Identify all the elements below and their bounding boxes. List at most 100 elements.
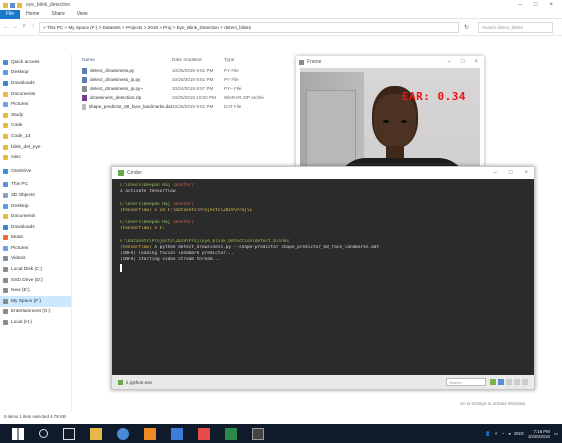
maximize-icon[interactable]: □ [534, 2, 538, 8]
nav-item[interactable]: 3D Objects [0, 190, 71, 201]
tab-file[interactable]: File [0, 9, 21, 19]
nav-item[interactable]: SSD Drive (D:) [0, 275, 71, 286]
nav-item[interactable]: Local Disk (C:) [0, 264, 71, 275]
explorer-title-bar: eye_blink_detection – □ × [0, 0, 562, 10]
nav-item[interactable]: Code [0, 121, 71, 132]
nav-item[interactable]: Downloads [0, 78, 71, 89]
nav-item[interactable]: blink_det_eye [0, 142, 71, 153]
nav-item[interactable]: Documents [0, 89, 71, 100]
right-eye [401, 120, 407, 123]
minimize-icon[interactable]: – [519, 2, 522, 8]
tray-chevron-icon[interactable]: ˄ [495, 431, 498, 436]
nav-item[interactable]: This PC [0, 180, 71, 191]
window-title: eye_blink_detection [26, 2, 71, 8]
column-type[interactable]: Type [224, 58, 264, 63]
list-icon[interactable] [514, 379, 520, 385]
new-folder-icon[interactable] [17, 2, 22, 8]
close-icon[interactable]: × [474, 59, 478, 65]
quick-access-toolbar[interactable] [3, 2, 22, 8]
nav-item-label: Documents [11, 214, 36, 220]
nav-item[interactable]: Documents [0, 211, 71, 222]
nav-item[interactable]: Desktop [0, 68, 71, 79]
terminal-text: (master) [172, 220, 195, 226]
nav-item-icon [3, 277, 8, 283]
terminal-text: λ python detect_drowsiness.py --shape-pr… [154, 245, 380, 251]
maximize-icon[interactable]: □ [461, 59, 465, 65]
address-bar[interactable]: > This PC > My Space (F:) > Datasets > P… [39, 21, 459, 33]
minimize-icon[interactable]: – [494, 170, 497, 176]
nav-item-icon [3, 144, 8, 150]
user-icon[interactable]: 👤 [485, 431, 490, 437]
back-arrow-icon[interactable]: ← [3, 24, 9, 30]
lock-icon[interactable] [506, 379, 512, 385]
nav-item[interactable]: New (E:) [0, 285, 71, 296]
nav-item-label: Pictures [11, 102, 29, 108]
nav-item[interactable]: Videos [0, 254, 71, 265]
nav-item-icon [3, 168, 8, 174]
properties-icon[interactable] [10, 2, 15, 8]
column-name[interactable]: Name [74, 58, 172, 63]
terminal-output[interactable]: C:\Users\Deepan Raj (master) λ activate t… [120, 183, 528, 367]
up-arrow-icon[interactable]: ↑ [30, 24, 36, 30]
tab-home[interactable]: Home [20, 11, 45, 17]
nav-item-label: Downloads [11, 224, 35, 230]
language-indicator[interactable]: ENG [514, 431, 524, 436]
maximize-icon[interactable]: □ [509, 170, 513, 176]
terminal-tab[interactable]: λ python.exe [118, 379, 152, 385]
chrome-icon[interactable] [117, 427, 129, 440]
nav-item[interactable]: Entertainment (G:) [0, 307, 71, 318]
photos-icon[interactable] [171, 427, 183, 440]
file-icon [82, 103, 86, 110]
nav-item-icon [3, 182, 8, 188]
file-name-cell: drowsiness_detection.zip [74, 94, 172, 101]
settings-icon[interactable] [522, 379, 528, 385]
nav-item-icon [3, 102, 8, 108]
file-explorer-icon[interactable] [90, 427, 102, 440]
network-icon[interactable]: ◔ [501, 431, 504, 436]
minimize-icon[interactable]: – [448, 59, 451, 65]
windows-start-icon[interactable] [12, 427, 24, 440]
nav-item[interactable]: OneDrive [0, 166, 71, 177]
terminal-search-input[interactable]: Search [446, 378, 486, 386]
nav-item[interactable]: Music [0, 233, 71, 244]
nav-item-icon [3, 112, 8, 118]
nav-item[interactable]: Pictures [0, 243, 71, 254]
nav-item[interactable]: Desktop [0, 201, 71, 212]
cmder-taskbar-icon[interactable] [252, 427, 264, 440]
close-icon[interactable]: × [524, 170, 528, 176]
terminal-title-bar: Cmder – □ × [112, 167, 534, 179]
file-icon [82, 85, 87, 92]
nav-item[interactable]: Pictures [0, 99, 71, 110]
system-tray: 👤 ˄ ◔ ◂ ENG 7:16 PM 10/25/2019 ▭ [485, 429, 558, 439]
nav-item[interactable]: Code_14 [0, 131, 71, 142]
nav-item[interactable]: Quick access [0, 57, 71, 68]
paint-icon[interactable] [198, 427, 210, 440]
column-date-modified[interactable]: Date modified [172, 58, 224, 63]
split-icon[interactable] [498, 379, 504, 385]
nav-item[interactable]: misc [0, 152, 71, 163]
close-icon[interactable]: × [549, 2, 553, 8]
refresh-icon[interactable]: ↻ [464, 24, 469, 31]
file-type: PY~ File [224, 86, 242, 91]
notification-icon[interactable]: ▭ [554, 431, 558, 437]
nav-item[interactable]: My Space (F:) [0, 296, 71, 307]
volume-icon[interactable]: ◂ [508, 431, 510, 437]
excel-icon[interactable] [225, 427, 237, 440]
terminal-text: (master) [172, 183, 195, 188]
nav-item-icon [3, 155, 8, 161]
new-tab-icon[interactable] [490, 379, 496, 385]
nav-item-icon [3, 309, 8, 315]
nav-item[interactable]: Local (H:) [0, 317, 71, 328]
search-input[interactable]: Search detect_blinks [478, 21, 554, 33]
sublime-icon[interactable] [144, 427, 156, 440]
task-view-icon[interactable] [63, 427, 75, 440]
forward-arrow-icon[interactable]: → [12, 24, 18, 30]
search-icon[interactable] [39, 429, 48, 438]
nav-item[interactable]: Study [0, 110, 71, 121]
nav-item[interactable]: Downloads [0, 222, 71, 233]
clock[interactable]: 7:16 PM 10/25/2019 [528, 429, 550, 439]
tab-view[interactable]: View [71, 11, 94, 17]
recent-chevron-icon[interactable]: ˅ [21, 24, 27, 30]
terminal-text: [INFO] starting video stream thread... [120, 257, 221, 263]
tab-share[interactable]: Share [45, 11, 70, 17]
